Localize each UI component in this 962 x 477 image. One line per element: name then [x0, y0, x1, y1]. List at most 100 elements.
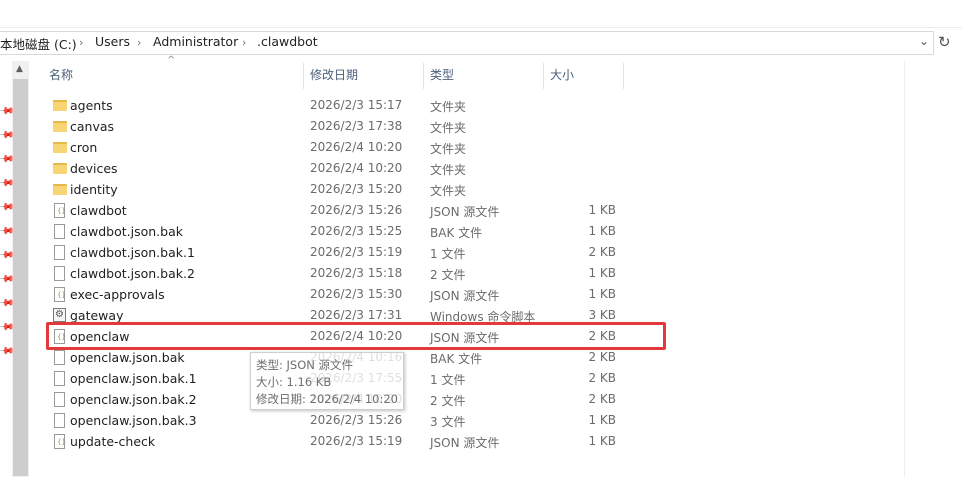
- file-row[interactable]: clawdbot.json.bak.1 2026/2/3 15:19 1 文件 2 K…: [47, 242, 627, 263]
- file-size: 1 KB: [588, 413, 616, 427]
- file-icon: [54, 392, 65, 407]
- file-type: 1 文件: [430, 373, 466, 387]
- content-pane-border: [904, 61, 905, 477]
- column-divider[interactable]: [543, 63, 544, 89]
- file-type: JSON 源文件: [430, 289, 500, 303]
- file-size: 3 KB: [588, 308, 616, 322]
- file-name: clawdbot.json.bak: [70, 224, 183, 239]
- file-type: BAK 文件: [430, 352, 483, 366]
- file-size: 2 KB: [588, 350, 616, 364]
- file-row[interactable]: {} exec-approvals 2026/2/3 15:30 JSON 源文件 1 …: [47, 284, 627, 305]
- file-modified-date: 2026/2/3 17:38: [310, 119, 403, 133]
- highlight-box: [46, 322, 666, 350]
- nav-pane-scrollbar[interactable]: ▲: [12, 61, 29, 477]
- file-name: clawdbot.json.bak.2: [70, 266, 195, 281]
- file-name: clawdbot: [70, 203, 127, 218]
- file-row[interactable]: cron 2026/2/4 10:20 文件夹: [47, 137, 627, 158]
- file-modified-date: 2026/2/3 15:18: [310, 266, 403, 280]
- file-type: BAK 文件: [430, 226, 483, 240]
- file-modified-date: 2026/2/3 15:25: [310, 224, 403, 238]
- tooltip-date: 修改日期: 2026/2/4 10:20: [256, 392, 398, 406]
- folder-icon: [53, 100, 67, 111]
- folder-icon: [53, 184, 67, 195]
- tooltip-type: 类型: JSON 源文件: [256, 358, 354, 372]
- file-row[interactable]: {} update-check 2026/2/3 15:19 JSON 源文件 1 KB: [47, 431, 627, 452]
- folder-icon: [53, 121, 67, 132]
- file-modified-date: 2026/2/4 10:20: [310, 140, 403, 154]
- file-row[interactable]: canvas 2026/2/3 17:38 文件夹: [47, 116, 627, 137]
- file-name: openclaw.json.bak: [70, 350, 185, 365]
- file-row[interactable]: clawdbot.json.bak.2 2026/2/3 15:18 2 文件 1 K…: [47, 263, 627, 284]
- address-bar[interactable]: 本地磁盘 (C:) › Users › Administrator › .cla…: [0, 31, 962, 55]
- tooltip-size: 大小: 1.16 KB: [256, 375, 332, 389]
- file-row[interactable]: agents 2026/2/3 15:17 文件夹: [47, 95, 627, 116]
- folder-icon: [53, 142, 67, 153]
- breadcrumb-separator[interactable]: ›: [242, 36, 246, 49]
- json-file-icon: {}: [54, 203, 66, 218]
- file-tooltip: 类型: JSON 源文件 大小: 1.16 KB 修改日期: 2026/2/4 …: [250, 352, 404, 410]
- file-modified-date: 2026/2/3 15:26: [310, 413, 403, 427]
- file-size: 2 KB: [588, 392, 616, 406]
- file-name: gateway: [70, 308, 124, 323]
- scroll-up-arrow-icon[interactable]: ▲: [16, 64, 23, 74]
- file-icon: [54, 266, 65, 281]
- file-type: 文件夹: [430, 100, 467, 114]
- file-row[interactable]: identity 2026/2/3 15:20 文件夹: [47, 179, 627, 200]
- file-modified-date: 2026/2/3 15:26: [310, 203, 403, 217]
- file-name: update-check: [70, 434, 156, 449]
- sort-ascending-icon: ^: [167, 55, 176, 66]
- file-size: 1 KB: [588, 203, 616, 217]
- file-row[interactable]: clawdbot.json.bak 2026/2/3 15:25 BAK 文件 1 K…: [47, 221, 627, 242]
- file-icon: [54, 413, 65, 428]
- file-name: clawdbot.json.bak.1: [70, 245, 195, 260]
- ribbon-strip: [0, 0, 962, 28]
- column-header-name[interactable]: 名称: [49, 63, 73, 89]
- file-modified-date: 2026/2/3 17:31: [310, 308, 403, 322]
- file-name: agents: [70, 98, 113, 113]
- column-divider[interactable]: [623, 63, 624, 89]
- breadcrumb-clawdbot[interactable]: .clawdbot: [257, 34, 318, 49]
- file-row[interactable]: devices 2026/2/4 10:20 文件夹: [47, 158, 627, 179]
- file-icon: [54, 371, 65, 386]
- file-type: JSON 源文件: [430, 205, 500, 219]
- chevron-down-icon[interactable]: ⌄: [919, 34, 929, 48]
- column-header-size[interactable]: 大小: [550, 63, 574, 89]
- column-divider[interactable]: [423, 63, 424, 89]
- breadcrumb-separator[interactable]: ›: [137, 36, 141, 49]
- json-file-icon: {}: [54, 287, 66, 302]
- file-type: 文件夹: [430, 142, 467, 156]
- column-header-type[interactable]: 类型: [430, 63, 454, 89]
- json-file-icon: {}: [54, 434, 66, 449]
- scrollbar-thumb[interactable]: [13, 79, 28, 476]
- file-size: 1 KB: [588, 224, 616, 238]
- file-type: 3 文件: [430, 415, 466, 429]
- file-name: openclaw.json.bak.3: [70, 413, 197, 428]
- file-type: 2 文件: [430, 268, 466, 282]
- column-header-date[interactable]: 修改日期: [310, 63, 358, 89]
- file-modified-date: 2026/2/3 15:30: [310, 287, 403, 301]
- file-row[interactable]: {} clawdbot 2026/2/3 15:26 JSON 源文件 1 KB: [47, 200, 627, 221]
- file-modified-date: 2026/2/3 15:20: [310, 182, 403, 196]
- file-size: 2 KB: [588, 245, 616, 259]
- file-type: 文件夹: [430, 184, 467, 198]
- file-row[interactable]: openclaw.json.bak.3 2026/2/3 15:26 3 文件 1 K…: [47, 410, 627, 431]
- column-divider[interactable]: [303, 63, 304, 89]
- file-type: 2 文件: [430, 394, 466, 408]
- file-type: 文件夹: [430, 163, 467, 177]
- breadcrumb-administrator[interactable]: Administrator: [153, 34, 238, 49]
- breadcrumb-drive[interactable]: 本地磁盘 (C:): [0, 34, 77, 53]
- file-icon: [54, 245, 65, 260]
- batch-file-icon: ⚙: [53, 308, 66, 322]
- breadcrumb-users[interactable]: Users: [95, 34, 130, 49]
- file-type: JSON 源文件: [430, 436, 500, 450]
- file-name: devices: [70, 161, 118, 176]
- file-name: cron: [70, 140, 98, 155]
- file-type: 文件夹: [430, 121, 467, 135]
- file-size: 1 KB: [588, 266, 616, 280]
- file-icon: [54, 224, 65, 239]
- refresh-icon[interactable]: ↻: [938, 33, 951, 51]
- file-modified-date: 2026/2/3 15:19: [310, 434, 403, 448]
- file-modified-date: 2026/2/4 10:20: [310, 161, 403, 175]
- breadcrumb-separator[interactable]: ›: [79, 36, 83, 49]
- file-name: canvas: [70, 119, 115, 134]
